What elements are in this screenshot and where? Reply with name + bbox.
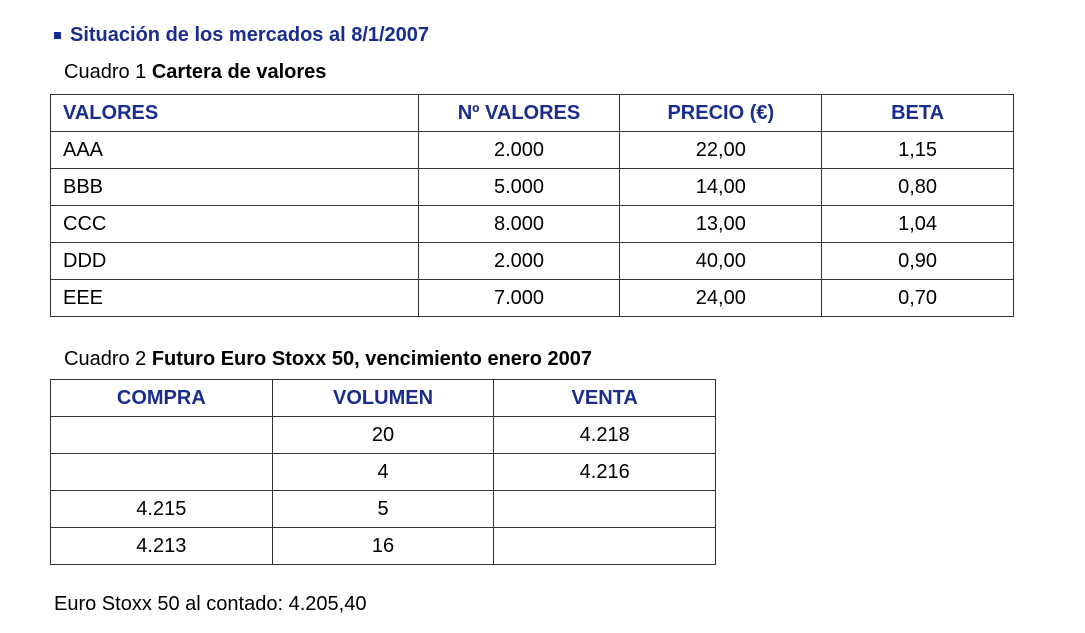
table-cell: 0,90: [821, 242, 1014, 280]
table-cell: [50, 453, 273, 491]
table-row: DDD 2.000 40,00 0,90: [50, 242, 1014, 280]
table-row: 4.215 5: [50, 490, 716, 528]
table-row: 4.213 16: [50, 527, 716, 565]
table-cell: [493, 527, 716, 565]
table-cell: 4.213: [50, 527, 273, 565]
column-header: VOLUMEN: [271, 379, 495, 417]
table-cell: 24,00: [619, 279, 823, 317]
table-row: AAA 2.000 22,00 1,15: [50, 131, 1014, 169]
column-header: PRECIO (€): [619, 94, 823, 132]
table-cell: 14,00: [619, 168, 823, 206]
table-cell: 20: [271, 416, 495, 454]
table-cell: 13,00: [619, 205, 823, 243]
table-cell: 4.215: [50, 490, 273, 528]
cuadro1-caption: Cuadro 1 Cartera de valores: [64, 61, 326, 84]
heading-text: Situación de los mercados al 8/1/2007: [70, 24, 430, 46]
table-cell: 16: [271, 527, 495, 565]
section-heading: Situación de los mercados al 8/1/2007: [54, 24, 429, 47]
table-row: EEE 7.000 24,00 0,70: [50, 279, 1014, 317]
table-cell: EEE: [50, 279, 419, 317]
table-cell: AAA: [50, 131, 419, 169]
table-cell: 5.000: [417, 168, 621, 206]
table-cell: 4: [271, 453, 495, 491]
table-cell: 4.216: [493, 453, 716, 491]
cuadro1-title: Cartera de valores: [151, 61, 327, 83]
table-row: 20 4.218: [50, 416, 716, 454]
table-cell: 22,00: [619, 131, 823, 169]
column-header: VALORES: [50, 94, 419, 132]
cuadro2-caption: Cuadro 2 Futuro Euro Stoxx 50, vencimien…: [64, 348, 592, 371]
cuadro2-title: Futuro Euro Stoxx 50, vencimiento enero …: [151, 348, 592, 370]
column-header: Nº VALORES: [417, 94, 621, 132]
contado-note: Euro Stoxx 50 al contado: 4.205,40: [54, 593, 367, 615]
table-header-row: VALORES Nº VALORES PRECIO (€) BETA: [50, 94, 1014, 132]
table-row: BBB 5.000 14,00 0,80: [50, 168, 1014, 206]
table-cell: 4.218: [493, 416, 716, 454]
table-cell: BBB: [50, 168, 419, 206]
table-row: 4 4.216: [50, 453, 716, 491]
column-header: COMPRA: [50, 379, 273, 417]
cartera-valores-table: VALORES Nº VALORES PRECIO (€) BETA AAA 2…: [50, 94, 1014, 317]
table-cell: DDD: [50, 242, 419, 280]
table-header-row: COMPRA VOLUMEN VENTA: [50, 379, 716, 417]
column-header: VENTA: [493, 379, 716, 417]
square-bullet-icon: [54, 32, 61, 39]
cuadro1-label: Cuadro 1: [64, 61, 147, 83]
table-cell: 0,70: [821, 279, 1014, 317]
table-cell: 1,04: [821, 205, 1014, 243]
table-cell: [493, 490, 716, 528]
table-cell: 0,80: [821, 168, 1014, 206]
column-header: BETA: [821, 94, 1014, 132]
table-cell: 2.000: [417, 131, 621, 169]
table-cell: 7.000: [417, 279, 621, 317]
table-row: CCC 8.000 13,00 1,04: [50, 205, 1014, 243]
table-cell: 1,15: [821, 131, 1014, 169]
table-cell: 40,00: [619, 242, 823, 280]
table-cell: 2.000: [417, 242, 621, 280]
table-cell: CCC: [50, 205, 419, 243]
table-cell: 8.000: [417, 205, 621, 243]
futuro-table: COMPRA VOLUMEN VENTA 20 4.218 4 4.216 4.…: [50, 379, 716, 565]
table-cell: [50, 416, 273, 454]
cuadro2-label: Cuadro 2: [64, 348, 147, 370]
table-cell: 5: [271, 490, 495, 528]
